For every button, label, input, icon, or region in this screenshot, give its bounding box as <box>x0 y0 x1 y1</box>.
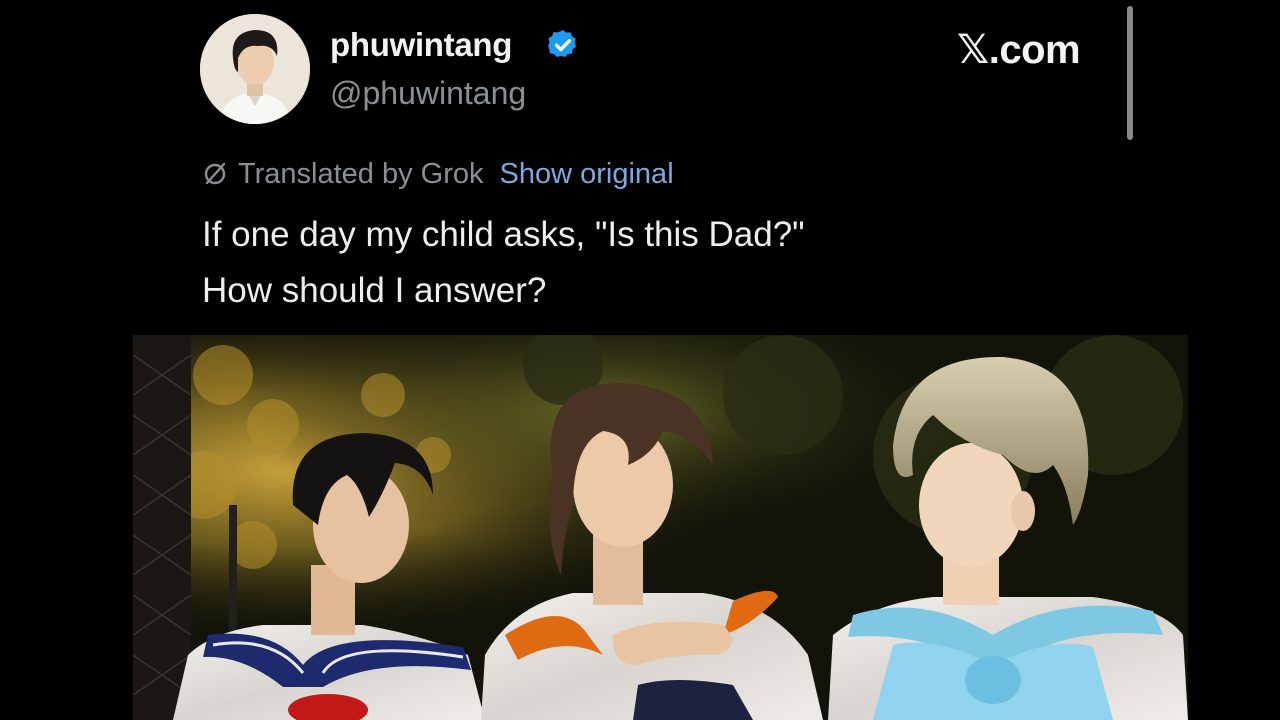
translated-by-label: Translated by Grok <box>238 157 484 190</box>
scroll-indicator <box>1127 6 1133 140</box>
tweet-text-line: If one day my child asks, "Is this Dad?" <box>202 215 805 254</box>
avatar[interactable] <box>200 14 310 124</box>
site-watermark-text: .com <box>988 28 1081 72</box>
show-original-link[interactable]: Show original <box>500 158 674 191</box>
verified-badge-icon <box>548 30 577 58</box>
user-handle[interactable]: @phuwintang <box>330 75 526 112</box>
tweet-text-line: How should I answer? <box>202 271 547 310</box>
display-name[interactable]: phuwintang <box>330 26 512 64</box>
x-logo-icon: 𝕏 <box>957 27 989 73</box>
tweet-screenshot: phuwintang @phuwintang 𝕏.com Translated … <box>0 0 1280 720</box>
tweet-text: If one day my child asks, "Is this Dad?"… <box>202 207 1162 319</box>
site-watermark: 𝕏.com <box>957 27 1081 73</box>
grok-icon <box>204 162 226 185</box>
tweet-photo-image <box>133 335 1188 720</box>
translation-row: Translated by Grok Show original <box>202 156 674 192</box>
profile-photo-icon <box>200 14 310 124</box>
tweet-photo[interactable] <box>133 335 1188 720</box>
